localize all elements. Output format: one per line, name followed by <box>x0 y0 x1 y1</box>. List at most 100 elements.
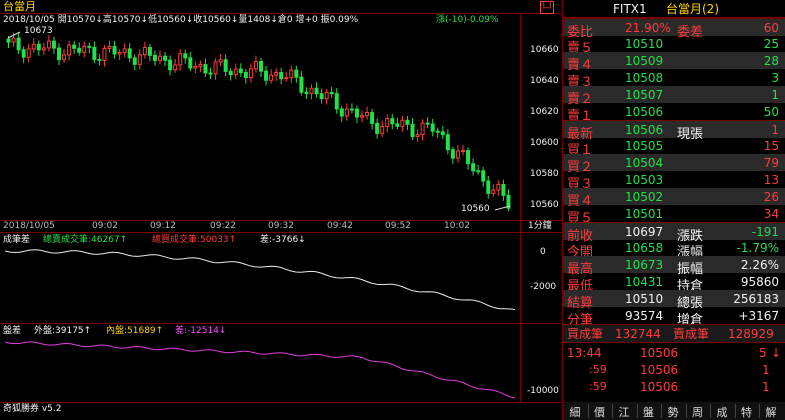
quote-row: 買１ 10505 15 <box>563 137 785 158</box>
quote-header: FITX1 台當月(2) <box>563 0 785 18</box>
candle-body <box>112 46 117 55</box>
tab-3[interactable]: 盤 <box>637 404 661 420</box>
candle-body <box>420 122 425 136</box>
candle-body <box>82 45 87 53</box>
y-tick: 10580 <box>530 169 559 179</box>
y-tick: 10560 <box>530 200 559 210</box>
quote-value: 10658 <box>625 241 664 255</box>
candle-body <box>223 59 228 72</box>
quote-row: 買３ 10503 13 <box>563 171 785 192</box>
y-tick: -2000 <box>530 282 557 292</box>
candle-body <box>455 150 460 159</box>
tab-1[interactable]: 價 <box>588 404 612 420</box>
candle-body <box>365 112 370 117</box>
quote-value: 10506 <box>625 123 664 137</box>
quote-value-2: 28 <box>763 54 779 68</box>
quote-value-2: 1 <box>771 88 779 102</box>
candle-body <box>248 68 253 79</box>
candle-body <box>228 70 233 76</box>
quote-value-2: -191 <box>751 225 779 239</box>
quote-value-2: 13 <box>763 173 779 187</box>
tab-8[interactable]: 解 <box>759 404 783 420</box>
candle-body <box>481 170 486 182</box>
x-tick: 09:02 <box>92 221 118 231</box>
candle-body <box>142 46 147 56</box>
quote-value: 10505 <box>625 139 664 153</box>
quote-value-2: 1 <box>771 123 779 137</box>
x-tick: 2018/10/05 <box>3 221 55 231</box>
tick-time: 13:44 <box>567 346 602 360</box>
candle-body <box>425 122 430 125</box>
y-tick: 10600 <box>530 138 559 148</box>
candle-body <box>188 57 193 69</box>
quote-value: 10501 <box>625 207 664 221</box>
tab-divider <box>759 404 760 418</box>
candle-body <box>385 118 390 128</box>
candle-body <box>11 37 16 43</box>
candle-body <box>193 65 198 69</box>
candle-body <box>183 53 188 59</box>
candle-body <box>269 74 274 81</box>
candle-body <box>77 47 82 53</box>
low-label: 10560 <box>461 204 490 214</box>
candle-body <box>415 134 420 137</box>
candle-body <box>92 46 97 60</box>
quote-row: 賣１ 10506 50 <box>563 103 785 124</box>
tab-5[interactable]: 周 <box>686 404 710 420</box>
tab-4[interactable]: 勢 <box>661 404 685 420</box>
quote-value: 10510 <box>625 292 664 306</box>
candle-body <box>334 93 339 110</box>
candle-body <box>36 43 41 51</box>
candle-body <box>16 37 21 51</box>
tab-6[interactable]: 成 <box>710 404 734 420</box>
candle-body <box>430 123 435 132</box>
y-tick: 0 <box>540 247 546 257</box>
maximize-icon[interactable]: 囗 <box>540 1 554 14</box>
quote-value: 10431 <box>625 275 664 289</box>
candle-body <box>264 70 269 81</box>
quote-row: 最低 10431 持倉 95860 <box>563 273 785 294</box>
candle-body <box>309 87 314 94</box>
candle-body <box>284 77 289 80</box>
candle-body <box>476 170 481 173</box>
quote-value-2: 34 <box>763 207 779 221</box>
quote-row: 前收 10697 漲跌 -191 <box>563 222 785 244</box>
sell-count-label: 賣成筆 <box>673 327 710 341</box>
candle-body <box>496 184 501 191</box>
tick-qty: 5 <box>759 346 767 360</box>
quote-row: 賣５ 10510 25 <box>563 35 785 56</box>
tab-divider <box>685 404 687 418</box>
tick-row: 13:44 10506 5 ↓ <box>563 345 785 362</box>
x-tick: 09:22 <box>210 221 236 231</box>
tab-7[interactable]: 特 <box>735 404 759 420</box>
candle-body <box>461 150 465 153</box>
quote-value-2: -1.79% <box>736 241 779 255</box>
candle-body <box>31 43 36 50</box>
quote-value: 10503 <box>625 173 664 187</box>
tab-2[interactable]: 江 <box>612 404 636 420</box>
candle-body <box>21 49 26 58</box>
candle-body <box>178 53 183 66</box>
candle-body <box>294 69 299 78</box>
quote-row: 賣２ 10507 1 <box>563 86 785 107</box>
candle-body <box>173 64 178 71</box>
candle-body <box>440 131 445 136</box>
candle-body <box>137 54 142 65</box>
interval-selector[interactable]: 1分鐘 <box>528 222 552 231</box>
candle-body <box>102 48 107 61</box>
candle-body <box>163 55 168 61</box>
candle-body <box>471 163 476 172</box>
candle-body <box>168 59 173 71</box>
tick-time: :59 <box>589 363 607 376</box>
tab-0[interactable]: 細 <box>563 404 587 420</box>
candle-body <box>279 72 284 80</box>
quote-value-2: 3 <box>771 71 779 85</box>
candle-body <box>466 150 471 165</box>
quote-name: 台當月(2) <box>666 2 719 16</box>
candle-body <box>158 55 162 61</box>
quote-value-2: +3167 <box>738 309 779 323</box>
quote-value: 10504 <box>625 156 664 170</box>
quote-value: 93574 <box>625 309 664 323</box>
candle-body <box>324 92 329 100</box>
candle-body <box>127 48 132 59</box>
